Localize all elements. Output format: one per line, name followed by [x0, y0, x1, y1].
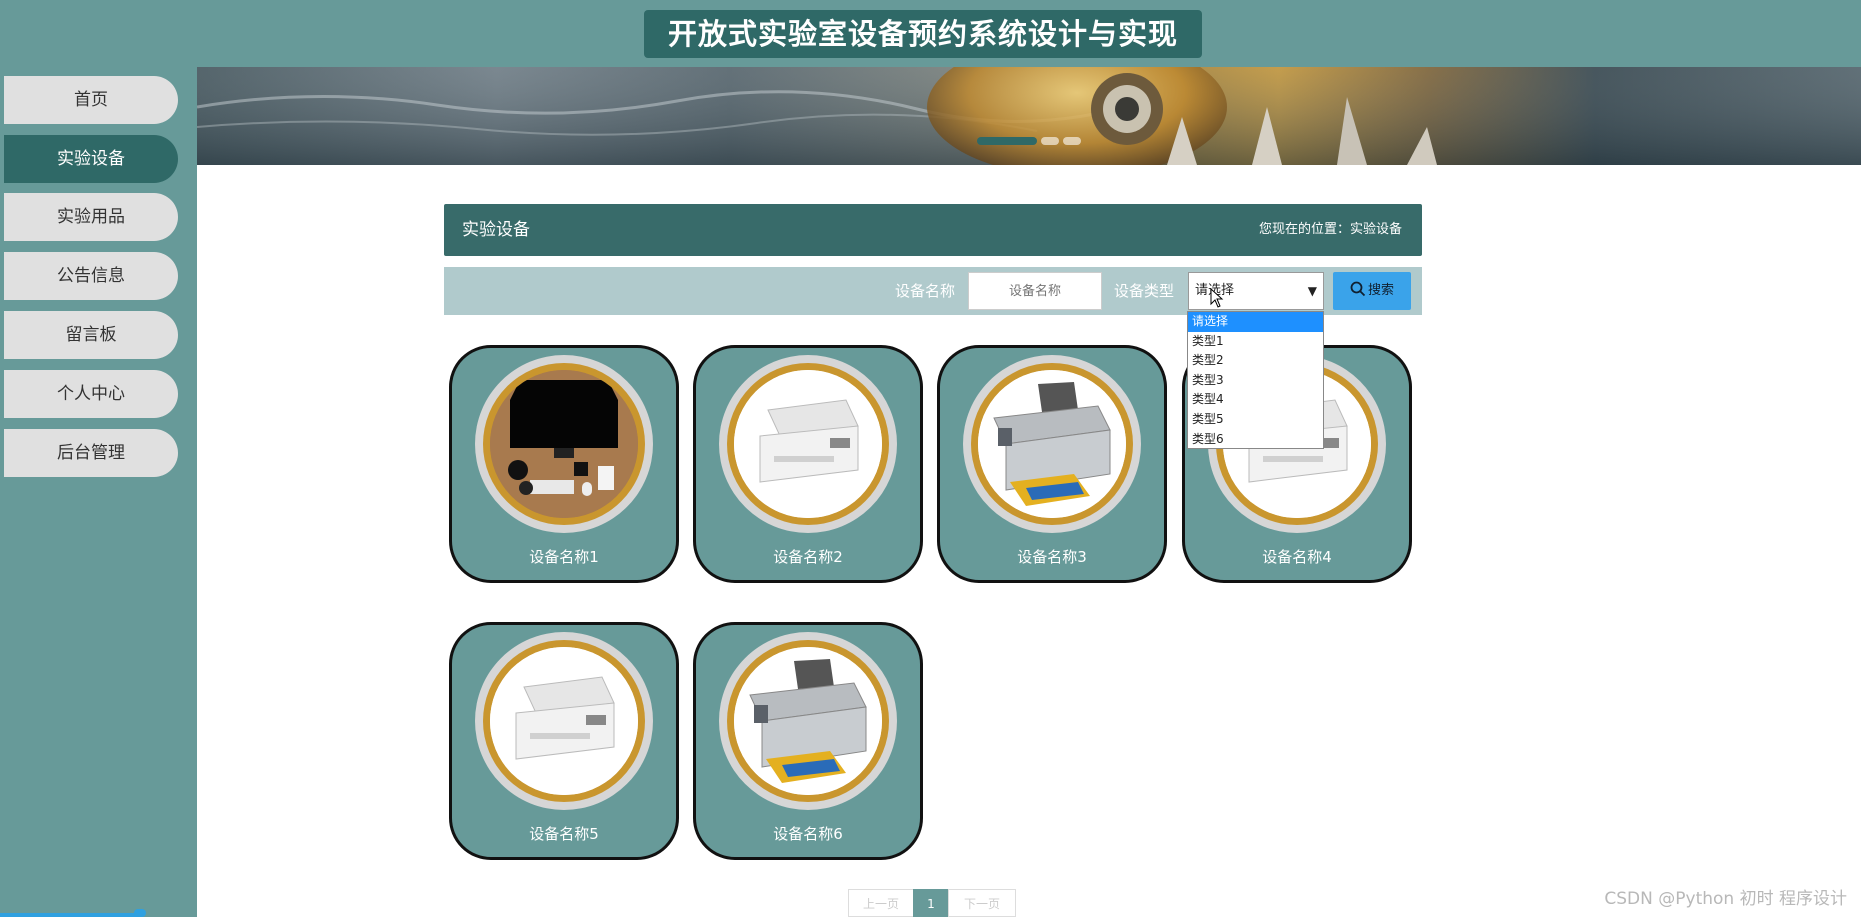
- breadcrumb: 您现在的位置：实验设备: [1258, 222, 1402, 237]
- type-option[interactable]: 类型2: [1188, 351, 1323, 371]
- device-card[interactable]: 设备名称6: [693, 622, 923, 860]
- device-name: 设备名称3: [1017, 548, 1087, 566]
- device-type-dropdown-list[interactable]: 请选择 类型1 类型2 类型3 类型4 类型5 类型6: [1187, 311, 1324, 449]
- type-option[interactable]: 类型1: [1188, 332, 1323, 352]
- top-header-bar: 开放式实验室设备预约系统设计与实现: [0, 0, 1861, 67]
- device-name: 设备名称5: [529, 825, 599, 843]
- type-option[interactable]: 类型6: [1188, 430, 1323, 450]
- device-image-frame: [475, 355, 653, 533]
- device-type-select[interactable]: 请选择 ▼: [1188, 272, 1324, 310]
- chevron-down-icon: ▼: [1307, 284, 1317, 298]
- device-name: 设备名称1: [529, 548, 599, 566]
- device-image-frame: [963, 355, 1141, 533]
- next-page-button[interactable]: 下一页: [948, 889, 1016, 917]
- search-button-label: 搜索: [1367, 283, 1394, 298]
- site-title: 开放式实验室设备预约系统设计与实现: [644, 10, 1202, 58]
- scroll-progress-handle[interactable]: [134, 909, 146, 917]
- device-card[interactable]: 设备名称3: [937, 345, 1167, 583]
- section-header: 实验设备 您现在的位置：实验设备: [444, 204, 1422, 256]
- type-option[interactable]: 类型3: [1188, 371, 1323, 391]
- sidebar: 首页 实验设备 实验用品 公告信息 留言板 个人中心 后台管理: [0, 67, 197, 917]
- type-option[interactable]: 类型4: [1188, 390, 1323, 410]
- device-image-frame: [719, 632, 897, 810]
- page-1-button[interactable]: 1: [913, 889, 949, 917]
- search-button[interactable]: 搜索: [1333, 272, 1411, 310]
- scroll-progress-bar: [0, 913, 140, 917]
- carousel-dot-1[interactable]: [977, 137, 1037, 145]
- carousel-dot-3[interactable]: [1063, 137, 1081, 145]
- device-card[interactable]: 设备名称1: [449, 345, 679, 583]
- device-card[interactable]: 设备名称2: [693, 345, 923, 583]
- sidebar-item-personal-center[interactable]: 个人中心: [4, 370, 178, 418]
- prev-page-button[interactable]: 上一页: [848, 889, 914, 917]
- desk-computer-image: [490, 370, 638, 518]
- inkjet-printer-image: [734, 647, 882, 795]
- mouse-cursor-icon: [1210, 288, 1224, 308]
- type-option[interactable]: 类型5: [1188, 410, 1323, 430]
- banner-carousel[interactable]: [197, 67, 1861, 165]
- sidebar-item-announcements[interactable]: 公告信息: [4, 252, 178, 300]
- device-image-frame: [475, 632, 653, 810]
- watermark: CSDN @Python 初时 程序设计: [1604, 889, 1847, 909]
- sidebar-item-home[interactable]: 首页: [4, 76, 178, 124]
- sidebar-item-message-board[interactable]: 留言板: [4, 311, 178, 359]
- section-title: 实验设备: [462, 220, 530, 240]
- search-bar: 设备名称 设备类型 请选择 ▼ 搜索: [444, 267, 1422, 315]
- sidebar-item-lab-equipment[interactable]: 实验设备: [4, 135, 178, 183]
- sidebar-item-lab-supplies[interactable]: 实验用品: [4, 193, 178, 241]
- device-name-label: 设备名称: [895, 282, 956, 300]
- device-type-label: 设备类型: [1114, 282, 1175, 300]
- search-icon: [1350, 281, 1366, 297]
- device-name: 设备名称6: [773, 825, 843, 843]
- laser-printer-image: [734, 370, 882, 518]
- laser-printer-image: [490, 647, 638, 795]
- device-name-input[interactable]: [968, 272, 1102, 310]
- inkjet-printer-image: [978, 370, 1126, 518]
- device-card[interactable]: 设备名称5: [449, 622, 679, 860]
- type-option[interactable]: 请选择: [1188, 312, 1323, 332]
- carousel-dot-2[interactable]: [1041, 137, 1059, 145]
- device-image-frame: [719, 355, 897, 533]
- banner-image: [197, 67, 1861, 165]
- device-name: 设备名称4: [1262, 548, 1332, 566]
- device-name: 设备名称2: [773, 548, 843, 566]
- sidebar-item-admin[interactable]: 后台管理: [4, 429, 178, 477]
